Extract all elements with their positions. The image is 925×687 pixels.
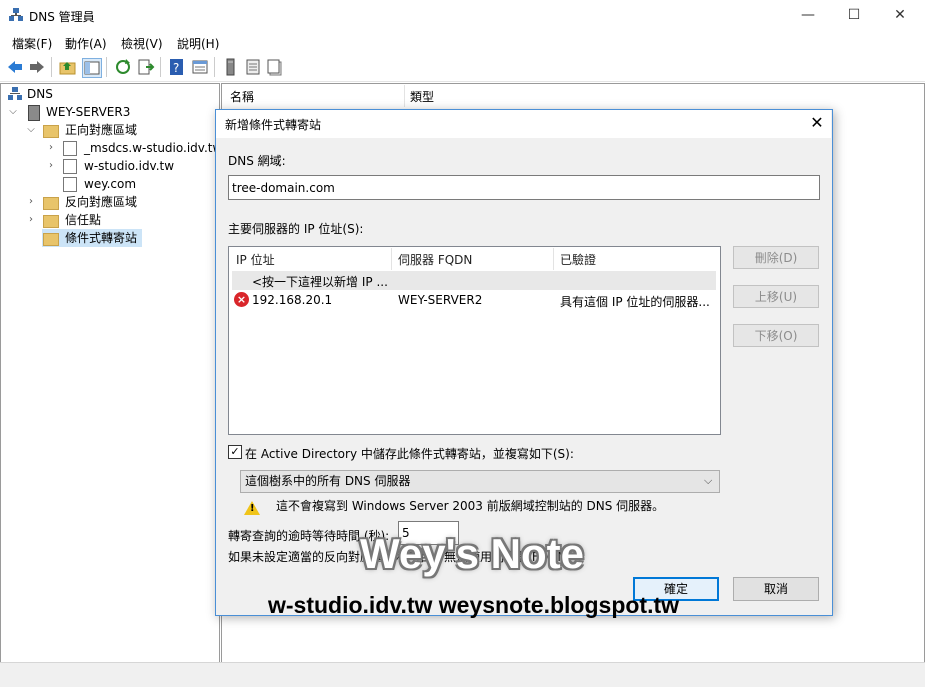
tree-label: _msdcs.w-studio.idv.tw	[84, 141, 223, 155]
cancel-button[interactable]: 取消	[733, 577, 819, 601]
replication-scope-select[interactable]: 這個樹系中的所有 DNS 伺服器	[240, 470, 720, 493]
close-button[interactable]: ✕	[877, 0, 923, 31]
window-title: DNS 管理員	[29, 10, 95, 24]
dns-domain-label: DNS 網域:	[228, 154, 286, 168]
list-header-validated[interactable]: 已驗證	[560, 249, 596, 271]
list-header-fqdn[interactable]: 伺服器 FQDN	[398, 249, 472, 271]
folder-icon	[43, 233, 59, 246]
minimize-button[interactable]: —	[785, 0, 831, 31]
up-folder-icon[interactable]	[59, 58, 77, 76]
list-header-ip[interactable]: IP 位址	[236, 249, 275, 271]
menu-action[interactable]: 動作(A)	[65, 35, 107, 52]
show-hide-console-tree-icon[interactable]	[82, 58, 102, 78]
chevron-right-icon[interactable]: ›	[26, 193, 36, 211]
tree-node-forward-zones[interactable]: ⌵ 正向對應區域	[26, 121, 137, 139]
zone-list-icon[interactable]	[244, 58, 262, 76]
menu-view[interactable]: 檢視(V)	[121, 35, 163, 52]
row-validated[interactable]: 具有這個 IP 位址的伺服器...	[560, 293, 710, 310]
tree-label: w-studio.idv.tw	[84, 159, 175, 173]
watermark-urls: w-studio.idv.tw weysnote.blogspot.tw	[268, 592, 680, 618]
status-bar	[0, 662, 925, 687]
list-header-divider	[391, 248, 392, 270]
chevron-right-icon[interactable]: ›	[46, 139, 56, 157]
toolbar-separator	[51, 57, 52, 77]
export-list-icon[interactable]	[137, 58, 155, 76]
tree-label: 條件式轉寄站	[65, 231, 138, 245]
error-icon: ×	[234, 292, 249, 307]
replication-scope-value: 這個樹系中的所有 DNS 伺服器	[245, 474, 411, 488]
server-icon	[28, 105, 40, 121]
tree-node-reverse-zones[interactable]: › 反向對應區域	[26, 193, 137, 211]
folder-icon	[43, 197, 59, 210]
warning-icon-mark: !	[250, 503, 255, 514]
dns-manager-icon	[9, 8, 23, 22]
tree-node-server[interactable]: ⌵ WEY-SERVER3	[8, 103, 130, 121]
chevron-right-icon[interactable]: ›	[26, 211, 36, 229]
toolbar-separator	[214, 57, 215, 77]
tree-label: 信任點	[65, 213, 102, 227]
menu-file[interactable]: 檔案(F)	[12, 35, 52, 52]
menu-help[interactable]: 說明(H)	[177, 35, 219, 52]
tree-label: wey.com	[84, 177, 137, 191]
store-in-ad-checkbox[interactable]: ✓	[228, 445, 242, 459]
toolbar-separator	[106, 57, 107, 77]
tree-node-trust-points[interactable]: › 信任點	[26, 211, 101, 229]
dns-domain-input[interactable]	[228, 175, 820, 200]
chevron-down-icon[interactable]: ⌵	[704, 474, 712, 488]
properties-icon[interactable]	[191, 58, 209, 76]
records-icon[interactable]	[266, 58, 284, 76]
folder-icon	[43, 215, 59, 228]
folder-icon	[43, 125, 59, 138]
move-up-button[interactable]: 上移(U)	[733, 285, 819, 308]
add-ip-hint[interactable]: <按一下這裡以新增 IP ...	[252, 273, 388, 290]
dns-icon	[8, 87, 22, 101]
tree-label: 正向對應區域	[65, 123, 138, 137]
tree-node-zone-w-studio[interactable]: › w-studio.idv.tw	[46, 157, 174, 175]
tree-node-zone-wey[interactable]: wey.com	[46, 175, 136, 193]
svg-text:?: ?	[173, 61, 179, 75]
dialog-title: 新增條件式轉寄站	[225, 118, 322, 132]
help-icon[interactable]: ?	[168, 58, 186, 76]
tree-label: DNS	[27, 87, 53, 101]
zone-icon	[63, 159, 77, 174]
chevron-down-icon[interactable]: ⌵	[8, 103, 18, 121]
zone-icon	[63, 177, 77, 192]
watermark-brand: Wey's Note	[360, 530, 584, 577]
primary-servers-label: 主要伺服器的 IP 位址(S):	[228, 222, 364, 236]
column-divider	[404, 85, 405, 107]
chevron-down-icon[interactable]: ⌵	[26, 121, 36, 139]
delete-button[interactable]: 刪除(D)	[733, 246, 819, 269]
list-header-divider	[553, 248, 554, 270]
warning-text: 這不會複寫到 Windows Server 2003 前版網域控制站的 DNS …	[276, 499, 665, 513]
tree-label: 反向對應區域	[65, 195, 138, 209]
tree-node-dns[interactable]: DNS	[8, 85, 53, 103]
back-icon[interactable]	[6, 58, 24, 76]
maximize-button[interactable]: ☐	[831, 0, 877, 31]
toolbar-separator	[160, 57, 161, 77]
tree-label: WEY-SERVER3	[46, 105, 131, 119]
column-header-type[interactable]: 類型	[410, 88, 434, 105]
row-ip[interactable]: 192.168.20.1	[252, 293, 332, 307]
move-down-button[interactable]: 下移(O)	[733, 324, 819, 347]
store-in-ad-label[interactable]: 在 Active Directory 中儲存此條件式轉寄站，並複寫如下(S):	[245, 445, 574, 462]
row-fqdn[interactable]: WEY-SERVER2	[398, 293, 482, 307]
tree-node-zone-msdcs[interactable]: › _msdcs.w-studio.idv.tw	[46, 139, 222, 157]
chevron-right-icon[interactable]: ›	[46, 157, 56, 175]
column-header-name[interactable]: 名稱	[230, 88, 254, 105]
zone-icon	[63, 141, 77, 156]
dialog-close-button[interactable]: ✕	[807, 112, 827, 134]
refresh-icon[interactable]	[114, 58, 132, 76]
tree-node-conditional-forwarders[interactable]: 條件式轉寄站	[42, 229, 142, 247]
server-icon[interactable]	[222, 58, 240, 76]
forward-icon[interactable]	[28, 58, 46, 76]
